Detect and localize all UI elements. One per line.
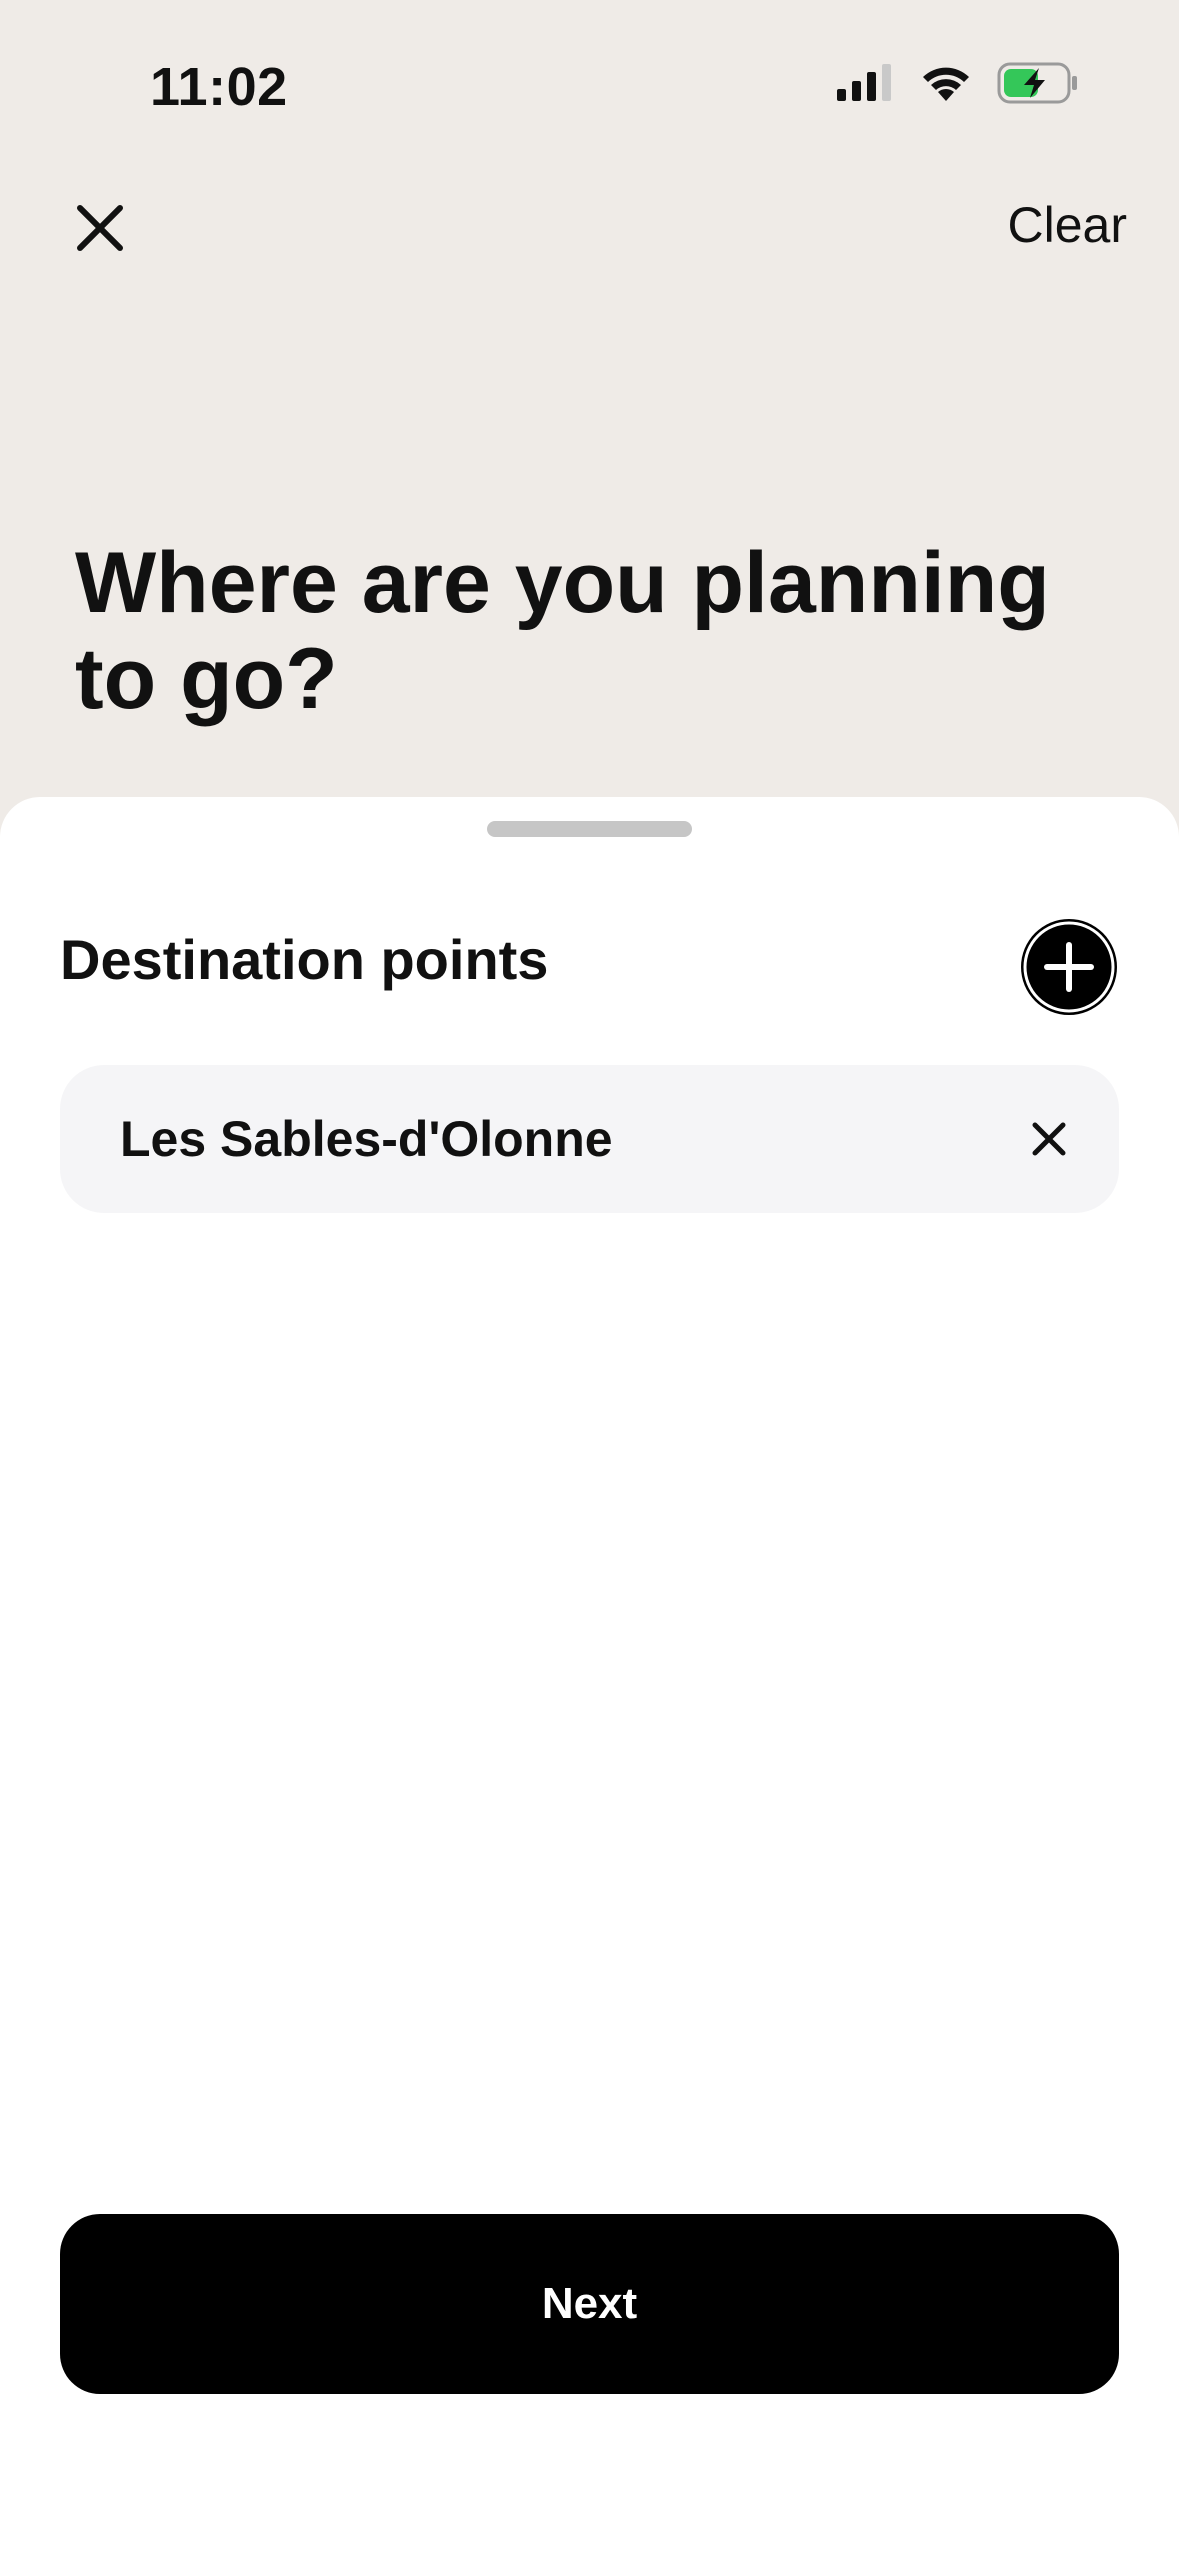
status-time: 11:02 [150, 57, 288, 117]
signal-icon [835, 63, 895, 103]
status-bar: 11:02 [0, 0, 1179, 170]
sheet-handle[interactable] [487, 821, 692, 837]
page-title: Where are you planning to go? [75, 535, 1050, 727]
destination-label: Les Sables-d'Olonne [120, 1111, 613, 1167]
close-icon [77, 205, 123, 251]
clear-button[interactable]: Clear [1008, 196, 1127, 254]
battery-charging-icon [997, 62, 1079, 104]
plus-icon [1021, 919, 1117, 1015]
wifi-icon [919, 63, 973, 103]
close-button[interactable] [70, 198, 130, 258]
add-destination-button[interactable] [1019, 917, 1119, 1017]
bottom-sheet: Destination points Les Sables-d'Olonne N… [0, 797, 1179, 2556]
status-icons [835, 62, 1079, 104]
close-icon [1032, 1122, 1066, 1156]
remove-destination-button[interactable] [1027, 1117, 1071, 1161]
destination-item[interactable]: Les Sables-d'Olonne [60, 1065, 1119, 1213]
screen: 11:02 Clear Where are you planning to go… [0, 0, 1179, 2556]
section-title: Destination points [60, 928, 549, 991]
next-button[interactable]: Next [60, 2214, 1119, 2394]
